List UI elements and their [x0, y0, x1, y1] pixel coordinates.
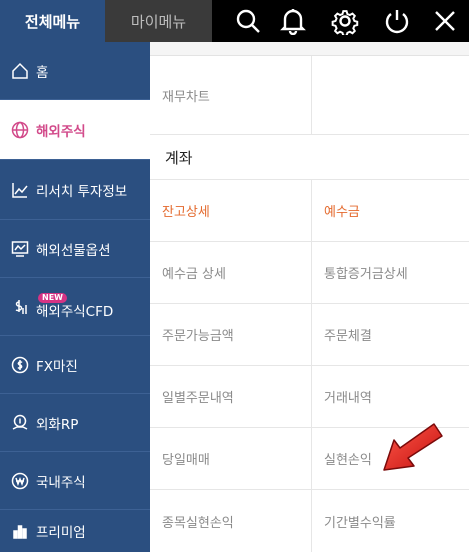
- sidebar-item-label: 프리미엄: [36, 525, 86, 541]
- sidebar: 홈 해외주식 리서치 투자정보 해외선물옵션 NEW 해외주식CFD FX마진: [0, 42, 150, 552]
- menu-deposit[interactable]: 예수금: [312, 180, 469, 242]
- sidebar-item-label: FX마진: [36, 358, 78, 375]
- menu-orderable-amount[interactable]: 주문가능금액: [150, 304, 312, 366]
- sidebar-item-label: 리서치 투자정보: [36, 183, 128, 200]
- menu-deposit-detail[interactable]: 예수금 상세: [150, 242, 312, 304]
- sidebar-item-label: 국내주식: [36, 474, 86, 491]
- sidebar-item-label: 홈: [36, 64, 49, 81]
- sidebar-item-research[interactable]: 리서치 투자정보: [0, 160, 150, 220]
- menu-order-execution[interactable]: 주문체결: [312, 304, 469, 366]
- new-badge: NEW: [38, 293, 67, 304]
- gear-icon[interactable]: [325, 0, 365, 42]
- menu-daily-order-history[interactable]: 일별주문내역: [150, 366, 312, 428]
- menu-today-trades[interactable]: 당일매매: [150, 428, 312, 490]
- coin-hand-icon: [10, 413, 30, 433]
- sidebar-item-cfd[interactable]: NEW 해외주식CFD: [0, 278, 150, 336]
- dollar-circle-icon: [10, 355, 30, 375]
- menu-stock-realized-pnl[interactable]: 종목실현손익: [150, 490, 312, 552]
- tab-my-menu[interactable]: 마이메뉴: [105, 0, 212, 42]
- menu-balance-detail[interactable]: 잔고상세: [150, 180, 312, 242]
- sidebar-item-home[interactable]: 홈: [0, 42, 150, 100]
- divider: [150, 42, 469, 56]
- sidebar-item-label: 해외선물옵션: [36, 242, 111, 259]
- sidebar-item-label: 해외주식CFD: [36, 304, 114, 321]
- sidebar-item-fx-margin[interactable]: FX마진: [0, 336, 150, 394]
- won-circle-icon: [10, 471, 30, 491]
- globe-icon: [10, 120, 30, 140]
- sidebar-item-label: 해외주식: [36, 123, 86, 140]
- dollar-bars-icon: [10, 297, 30, 317]
- chart-line-icon: [10, 180, 30, 200]
- sidebar-item-overseas-stocks[interactable]: 해외주식: [0, 100, 150, 160]
- section-title-account: 계좌: [150, 135, 469, 180]
- sidebar-item-futures-options[interactable]: 해외선물옵션: [0, 220, 150, 278]
- home-icon: [10, 61, 30, 81]
- sidebar-item-domestic-stocks[interactable]: 국내주식: [0, 452, 150, 510]
- search-icon[interactable]: [228, 0, 268, 42]
- sidebar-item-premium[interactable]: 프리미엄: [0, 510, 150, 552]
- menu-period-returns[interactable]: 기간별수익률: [312, 490, 469, 552]
- sidebar-item-foreign-rp[interactable]: 외화RP: [0, 394, 150, 452]
- sidebar-item-label: 외화RP: [36, 416, 79, 433]
- monitor-chart-icon: [10, 239, 30, 259]
- menu-empty-cell: [312, 56, 469, 135]
- menu-financial-chart[interactable]: 재무차트: [150, 56, 312, 135]
- tab-all-menu[interactable]: 전체메뉴: [0, 0, 105, 42]
- power-icon[interactable]: [377, 0, 417, 42]
- bell-icon[interactable]: [273, 0, 313, 42]
- close-icon[interactable]: [425, 0, 465, 42]
- menu-integrated-margin-detail[interactable]: 통합증거금상세: [312, 242, 469, 304]
- bar-chart-icon: [10, 521, 30, 541]
- red-arrow-icon: [383, 423, 443, 471]
- top-bar: 전체메뉴 마이메뉴: [0, 0, 469, 42]
